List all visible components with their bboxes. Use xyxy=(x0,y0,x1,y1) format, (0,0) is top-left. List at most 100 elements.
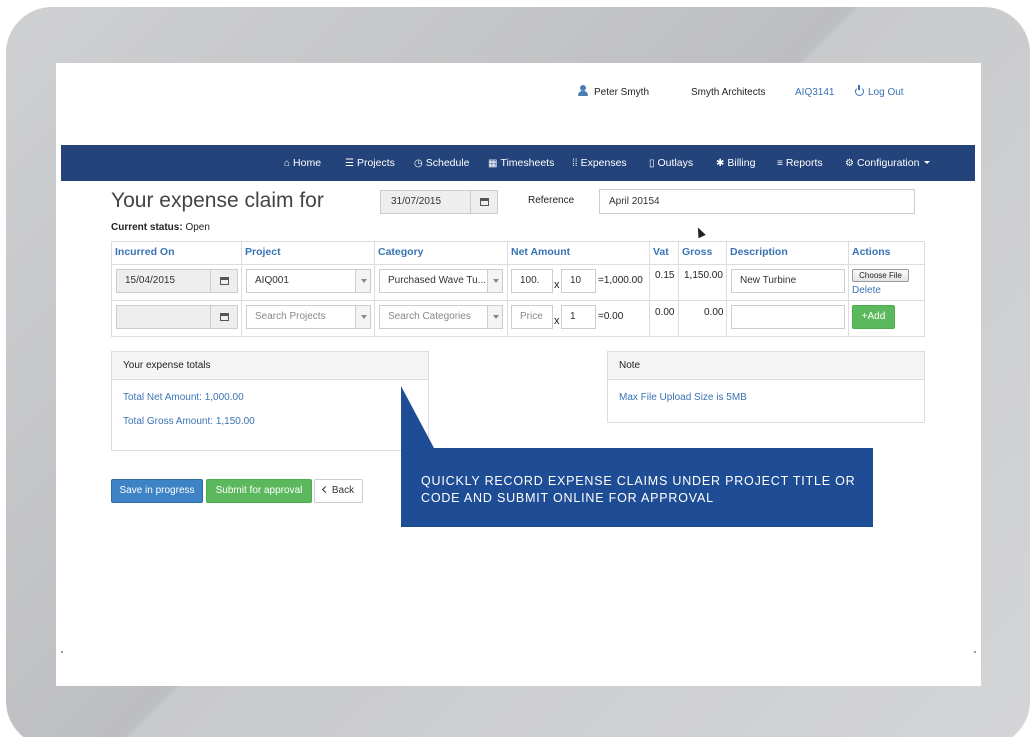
table-border xyxy=(111,264,925,265)
note-heading: Note xyxy=(608,352,924,380)
user-name: Peter Smyth xyxy=(594,87,650,98)
delete-link[interactable]: Delete xyxy=(852,285,881,296)
nav-reports-label: Reports xyxy=(785,157,823,169)
calendar-icon xyxy=(219,277,229,285)
dropdown-toggle[interactable] xyxy=(355,270,370,292)
table-border xyxy=(111,300,925,301)
multiply-sign: x xyxy=(554,279,560,291)
user-bar: Peter Smyth Smyth Architects AIQ3141 Log… xyxy=(56,85,981,101)
callout-text: QUICKLY RECORD EXPENSE CLAIMS UNDER PROJ… xyxy=(421,474,856,505)
vat-value: 0.15 xyxy=(655,270,675,281)
back-label: Back xyxy=(331,485,355,496)
nav-configuration[interactable]: ⚙ Configuration xyxy=(845,145,931,181)
note-panel: Note Max File Upload Size is 5MB xyxy=(607,351,925,423)
projects-icon: ☰ xyxy=(345,158,354,169)
account-code-link[interactable]: AIQ3141 xyxy=(795,85,834,101)
expense-table: Incurred On Project Category Net Amount … xyxy=(111,241,925,337)
caret-down-icon xyxy=(924,161,931,164)
mouse-cursor xyxy=(694,225,706,239)
dropdown-toggle[interactable] xyxy=(487,270,502,292)
corner-mark xyxy=(974,651,976,653)
header-category: Category xyxy=(378,246,424,258)
price-input[interactable]: 100. xyxy=(511,269,553,293)
logout-label: Log Out xyxy=(868,87,904,98)
project-select[interactable]: AIQ001 xyxy=(246,269,371,293)
submit-for-approval-button[interactable]: Submit for approval xyxy=(206,479,312,503)
reference-label: Reference xyxy=(528,195,575,206)
incurred-date-input[interactable]: 15/04/2015 xyxy=(116,269,238,293)
header-project: Project xyxy=(245,246,281,258)
nav-expenses[interactable]: ⁞⁞ Expenses xyxy=(572,145,627,181)
current-status: Current status: Open xyxy=(111,222,210,233)
category-value: Purchased Wave Tu... xyxy=(388,275,487,286)
new-vat-value: 0.00 xyxy=(655,307,675,318)
incurred-date-value: 15/04/2015 xyxy=(125,275,176,286)
nav-timesheets[interactable]: ▦ Timesheets xyxy=(488,145,554,181)
dropdown-toggle[interactable] xyxy=(487,306,502,328)
header-gross: Gross xyxy=(682,246,713,258)
search-categories-placeholder: Search Categories xyxy=(388,311,471,322)
calendar-icon xyxy=(219,313,229,321)
status-label: Current status: xyxy=(111,222,183,233)
page-title: Your expense claim for xyxy=(111,189,324,212)
back-button[interactable]: Back xyxy=(314,479,363,503)
choose-file-button[interactable]: Choose File xyxy=(852,269,909,282)
nav-home[interactable]: ⌂ Home xyxy=(284,145,321,181)
calendar-icon xyxy=(479,198,489,206)
nav-outlays[interactable]: ▯ Outlays xyxy=(649,145,693,181)
gross-value: 1,150.00 xyxy=(684,270,723,281)
new-net-amount-value: =0.00 xyxy=(598,311,624,322)
power-icon xyxy=(855,85,864,96)
user-icon xyxy=(578,85,588,96)
totals-heading: Your expense totals xyxy=(112,352,428,380)
nav-expenses-label: Expenses xyxy=(580,157,627,169)
calendar-button[interactable] xyxy=(470,191,497,213)
company-name: Smyth Architects xyxy=(691,87,766,98)
header-incurred-on: Incurred On xyxy=(115,246,175,258)
list-icon: ≡ xyxy=(777,158,783,169)
header-actions: Actions xyxy=(852,246,891,258)
description-input[interactable]: New Turbine xyxy=(731,269,845,293)
new-quantity-input[interactable]: 1 xyxy=(561,305,596,329)
new-incurred-date-input[interactable] xyxy=(116,305,238,329)
add-expense-button[interactable]: +Add xyxy=(852,305,895,329)
new-description-input[interactable] xyxy=(731,305,845,329)
nav-billing-label: Billing xyxy=(727,157,756,169)
status-value: Open xyxy=(185,222,210,233)
multiply-sign: x xyxy=(554,315,560,327)
table-border xyxy=(111,336,925,337)
nav-projects[interactable]: ☰ Projects xyxy=(345,145,395,181)
net-amount-value: =1,000.00 xyxy=(598,275,643,286)
calendar-button[interactable] xyxy=(210,270,237,292)
header-vat: Vat xyxy=(653,246,669,258)
category-select[interactable]: Purchased Wave Tu... xyxy=(379,269,503,293)
total-gross-amount: Total Gross Amount: 1,150.00 xyxy=(123,416,255,427)
logout-link[interactable]: Log Out xyxy=(855,85,904,101)
claim-date-picker[interactable]: 31/07/2015 xyxy=(380,190,498,214)
grid-icon: ⁞⁞ xyxy=(572,158,578,169)
header-net-amount: Net Amount xyxy=(511,246,571,258)
calendar-button[interactable] xyxy=(210,306,237,328)
nav-home-label: Home xyxy=(293,157,322,169)
nav-billing[interactable]: ✱ Billing xyxy=(716,145,755,181)
nav-outlays-label: Outlays xyxy=(657,157,694,169)
user-profile-link[interactable]: Peter Smyth xyxy=(578,85,649,101)
new-price-input[interactable]: Price xyxy=(511,305,553,329)
nav-reports[interactable]: ≡ Reports xyxy=(777,145,823,181)
dropdown-toggle[interactable] xyxy=(355,306,370,328)
table-border xyxy=(924,241,925,337)
home-icon: ⌂ xyxy=(284,158,291,169)
claim-date-value: 31/07/2015 xyxy=(391,196,442,207)
chevron-down-icon xyxy=(493,279,499,283)
reference-input[interactable]: April 20154 xyxy=(599,189,915,214)
nav-schedule[interactable]: ◷ Schedule xyxy=(414,145,470,181)
chevron-down-icon xyxy=(361,315,367,319)
total-net-amount: Total Net Amount: 1,000.00 xyxy=(123,392,244,403)
save-in-progress-button[interactable]: Save in progress xyxy=(111,479,203,503)
main-nav: ⌂ Home ☰ Projects ◷ Schedule ▦ Timesheets ⁞⁞… xyxy=(61,145,975,181)
nav-timesheets-label: Timesheets xyxy=(500,157,555,169)
search-categories-select[interactable]: Search Categories xyxy=(379,305,503,329)
document-icon: ▯ xyxy=(649,158,655,169)
search-projects-select[interactable]: Search Projects xyxy=(246,305,371,329)
quantity-input[interactable]: 10 xyxy=(561,269,596,293)
